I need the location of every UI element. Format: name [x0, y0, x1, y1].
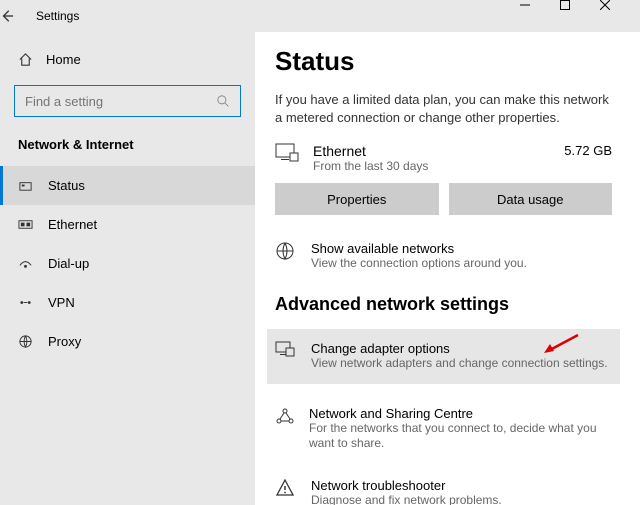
search-icon	[217, 95, 230, 108]
sharing-centre-row[interactable]: Network and Sharing Centre For the netwo…	[275, 402, 612, 456]
sidebar-item-proxy[interactable]: Proxy	[0, 322, 255, 361]
connection-usage: 5.72 GB	[564, 143, 612, 158]
close-button[interactable]	[600, 0, 640, 32]
vpn-icon	[18, 295, 34, 310]
home-icon	[18, 52, 34, 67]
sharing-title: Network and Sharing Centre	[309, 406, 612, 421]
connection-sub: From the last 30 days	[313, 159, 550, 173]
sidebar-item-dialup[interactable]: Dial-up	[0, 244, 255, 283]
change-adapter-row[interactable]: Change adapter options View network adap…	[267, 329, 620, 384]
connection-row: Ethernet From the last 30 days 5.72 GB	[275, 143, 612, 173]
sidebar-group-title: Network & Internet	[0, 131, 255, 166]
troubleshooter-title: Network troubleshooter	[311, 478, 502, 493]
page-description: If you have a limited data plan, you can…	[275, 91, 612, 127]
troubleshooter-sub: Diagnose and fix network problems.	[311, 493, 502, 505]
adapter-sub: View network adapters and change connect…	[311, 356, 608, 372]
search-input[interactable]	[25, 94, 217, 109]
page-title: Status	[275, 46, 612, 77]
globe-icon	[275, 241, 297, 261]
advanced-heading: Advanced network settings	[275, 294, 612, 315]
adapter-icon	[275, 341, 297, 359]
properties-button[interactable]: Properties	[275, 183, 439, 215]
monitor-icon	[275, 143, 299, 163]
proxy-icon	[18, 334, 34, 349]
status-icon	[18, 178, 34, 193]
sidebar-item-ethernet[interactable]: Ethernet	[0, 205, 255, 244]
home-label: Home	[46, 52, 81, 67]
data-usage-button[interactable]: Data usage	[449, 183, 613, 215]
maximize-button[interactable]	[560, 0, 600, 32]
search-box[interactable]	[14, 85, 241, 117]
show-networks-sub: View the connection options around you.	[311, 256, 527, 272]
nav-label: Ethernet	[48, 217, 97, 232]
ethernet-icon	[18, 217, 34, 232]
show-networks-row[interactable]: Show available networks View the connect…	[275, 237, 612, 276]
sidebar-item-status[interactable]: Status	[0, 166, 255, 205]
home-button[interactable]: Home	[0, 42, 255, 77]
nav-label: Dial-up	[48, 256, 89, 271]
nav-label: Status	[48, 178, 85, 193]
connection-name: Ethernet	[313, 143, 550, 159]
show-networks-title: Show available networks	[311, 241, 527, 256]
adapter-title: Change adapter options	[311, 341, 608, 356]
sharing-icon	[275, 406, 295, 426]
nav-label: Proxy	[48, 334, 81, 349]
content-area: Status If you have a limited data plan, …	[255, 32, 640, 505]
back-button[interactable]	[0, 9, 36, 23]
sharing-sub: For the networks that you connect to, de…	[309, 421, 612, 452]
sidebar-item-vpn[interactable]: VPN	[0, 283, 255, 322]
sidebar: Home Network & Internet Status Ethernet	[0, 32, 255, 505]
troubleshooter-row[interactable]: Network troubleshooter Diagnose and fix …	[275, 474, 612, 505]
warning-icon	[275, 478, 297, 498]
minimize-button[interactable]	[520, 0, 560, 32]
window-title: Settings	[36, 9, 520, 23]
nav-label: VPN	[48, 295, 75, 310]
dialup-icon	[18, 256, 34, 271]
